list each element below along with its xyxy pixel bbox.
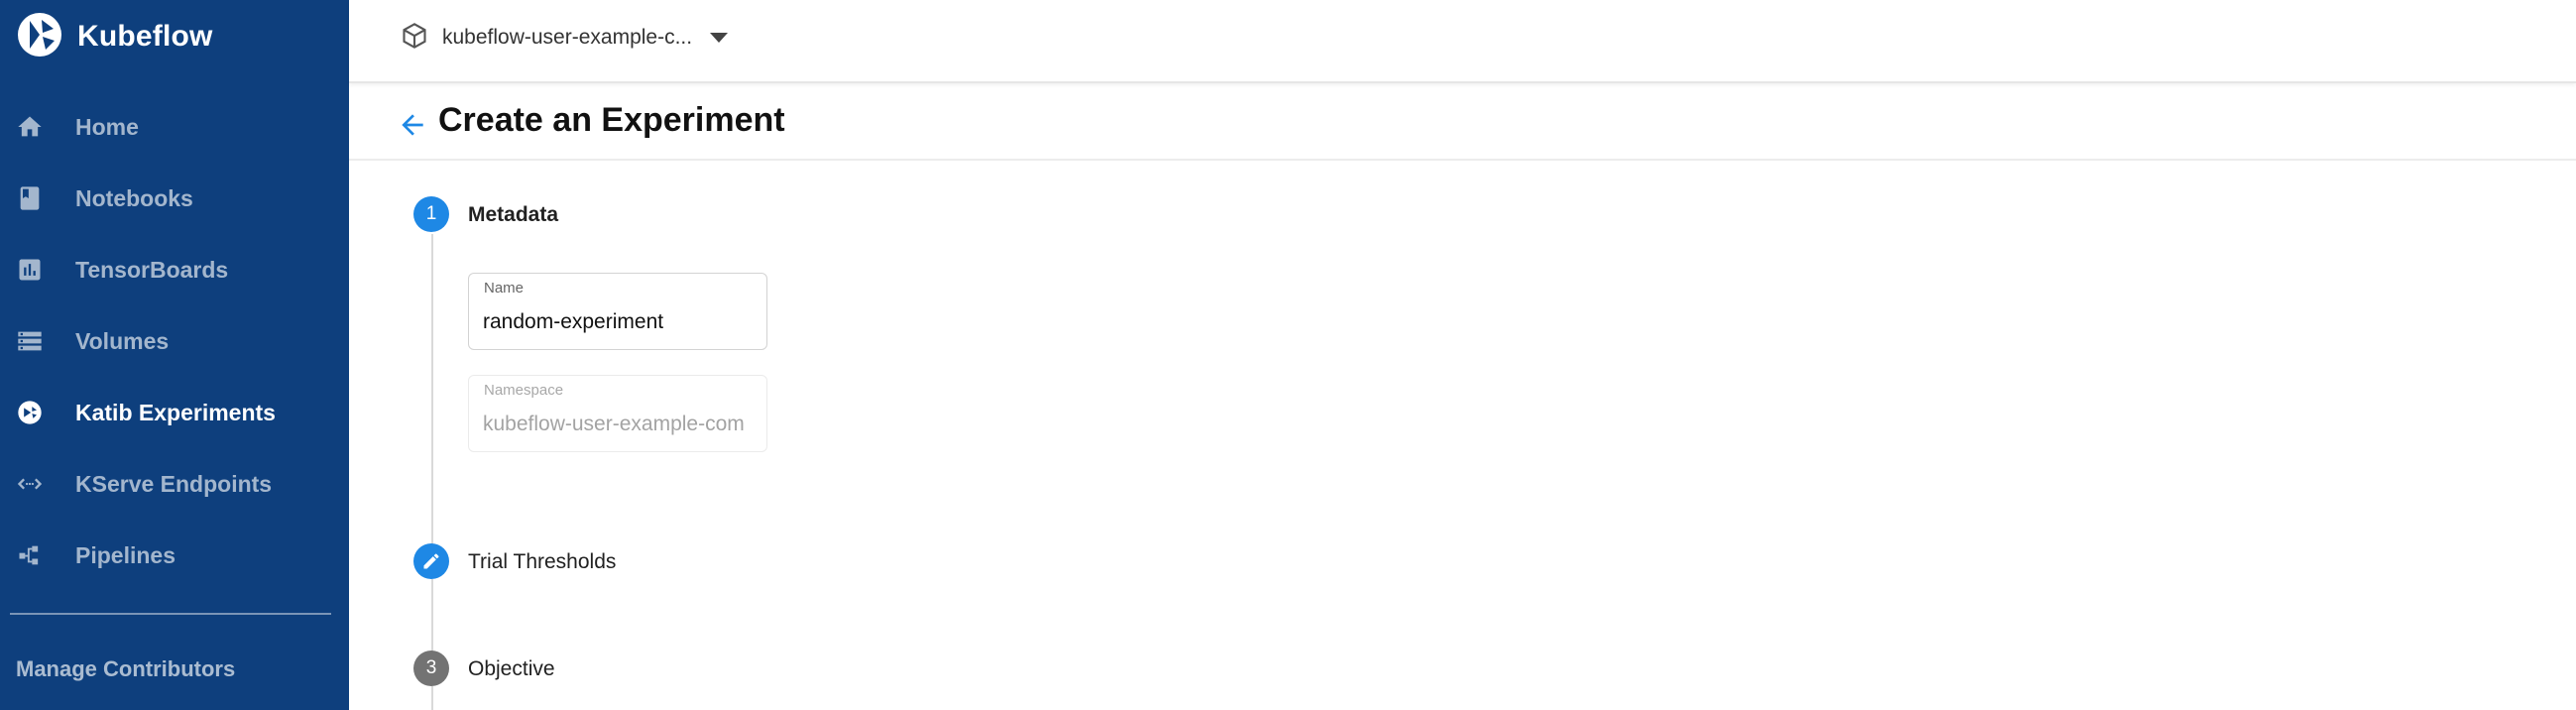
home-icon — [14, 111, 46, 143]
step-metadata-label[interactable]: Metadata — [468, 203, 558, 227]
sidebar-item-label: Katib Experiments — [75, 399, 276, 425]
kubeflow-logo-icon — [16, 11, 63, 63]
sidebar-divider — [10, 613, 331, 615]
sidebar-item-label: Volumes — [75, 327, 170, 354]
namespace-field-label: Namespace — [484, 382, 564, 399]
top-bar: kubeflow-user-example-c... — [349, 0, 2576, 83]
step-metadata-number[interactable]: 1 — [413, 196, 449, 232]
sidebar-nav: Home Notebooks TensorBoards Volumes Kati… — [0, 91, 349, 591]
namespace-value: kubeflow-user-example-c... — [442, 26, 693, 49]
brand[interactable]: Kubeflow — [16, 12, 213, 61]
step-trial-thresholds-label[interactable]: Trial Thresholds — [468, 550, 616, 574]
sidebar-item-label: Notebooks — [75, 184, 193, 211]
katib-icon — [14, 397, 46, 428]
step-connector — [431, 686, 433, 710]
sidebar-item-pipelines[interactable]: Pipelines — [0, 520, 349, 591]
cube-icon — [401, 22, 428, 55]
step-objective-number[interactable]: 3 — [413, 651, 449, 686]
sidebar-item-volumes[interactable]: Volumes — [0, 305, 349, 377]
sidebar-item-label: Pipelines — [75, 541, 176, 568]
manage-contributors-link[interactable]: Manage Contributors — [16, 656, 235, 682]
page-header: Create an Experiment — [349, 85, 2576, 161]
namespace-input — [483, 408, 757, 441]
pipeline-icon — [14, 539, 46, 571]
sidebar-item-label: KServe Endpoints — [75, 470, 273, 497]
book-icon — [14, 182, 46, 214]
pencil-icon — [423, 553, 439, 569]
app-name: Kubeflow — [77, 20, 213, 53]
step-trial-thresholds-edit[interactable] — [413, 543, 449, 579]
sidebar-item-home[interactable]: Home — [0, 91, 349, 163]
sidebar-item-katib-experiments[interactable]: Katib Experiments — [0, 377, 349, 448]
back-button[interactable] — [393, 105, 432, 145]
step-connector — [431, 234, 433, 545]
sidebar-item-label: TensorBoards — [75, 256, 229, 283]
bar-chart-icon — [14, 254, 46, 286]
sidebar-item-notebooks[interactable]: Notebooks — [0, 163, 349, 234]
sidebar: Kubeflow Home Notebooks TensorBoards Vol… — [0, 0, 349, 710]
step-objective-label[interactable]: Objective — [468, 657, 555, 681]
namespace-selector[interactable]: kubeflow-user-example-c... — [401, 18, 729, 58]
sidebar-item-tensorboards[interactable]: TensorBoards — [0, 234, 349, 305]
arrow-back-icon — [402, 114, 423, 136]
page-title: Create an Experiment — [438, 101, 785, 139]
namespace-field: Namespace — [468, 375, 767, 452]
name-field-label: Name — [484, 280, 525, 296]
chevron-down-icon — [710, 33, 729, 43]
code-arrows-icon — [14, 468, 46, 500]
sidebar-item-kserve-endpoints[interactable]: KServe Endpoints — [0, 448, 349, 520]
name-input[interactable] — [483, 305, 757, 339]
storage-icon — [14, 325, 46, 357]
name-field[interactable]: Name — [468, 273, 767, 350]
sidebar-item-label: Home — [75, 113, 139, 140]
